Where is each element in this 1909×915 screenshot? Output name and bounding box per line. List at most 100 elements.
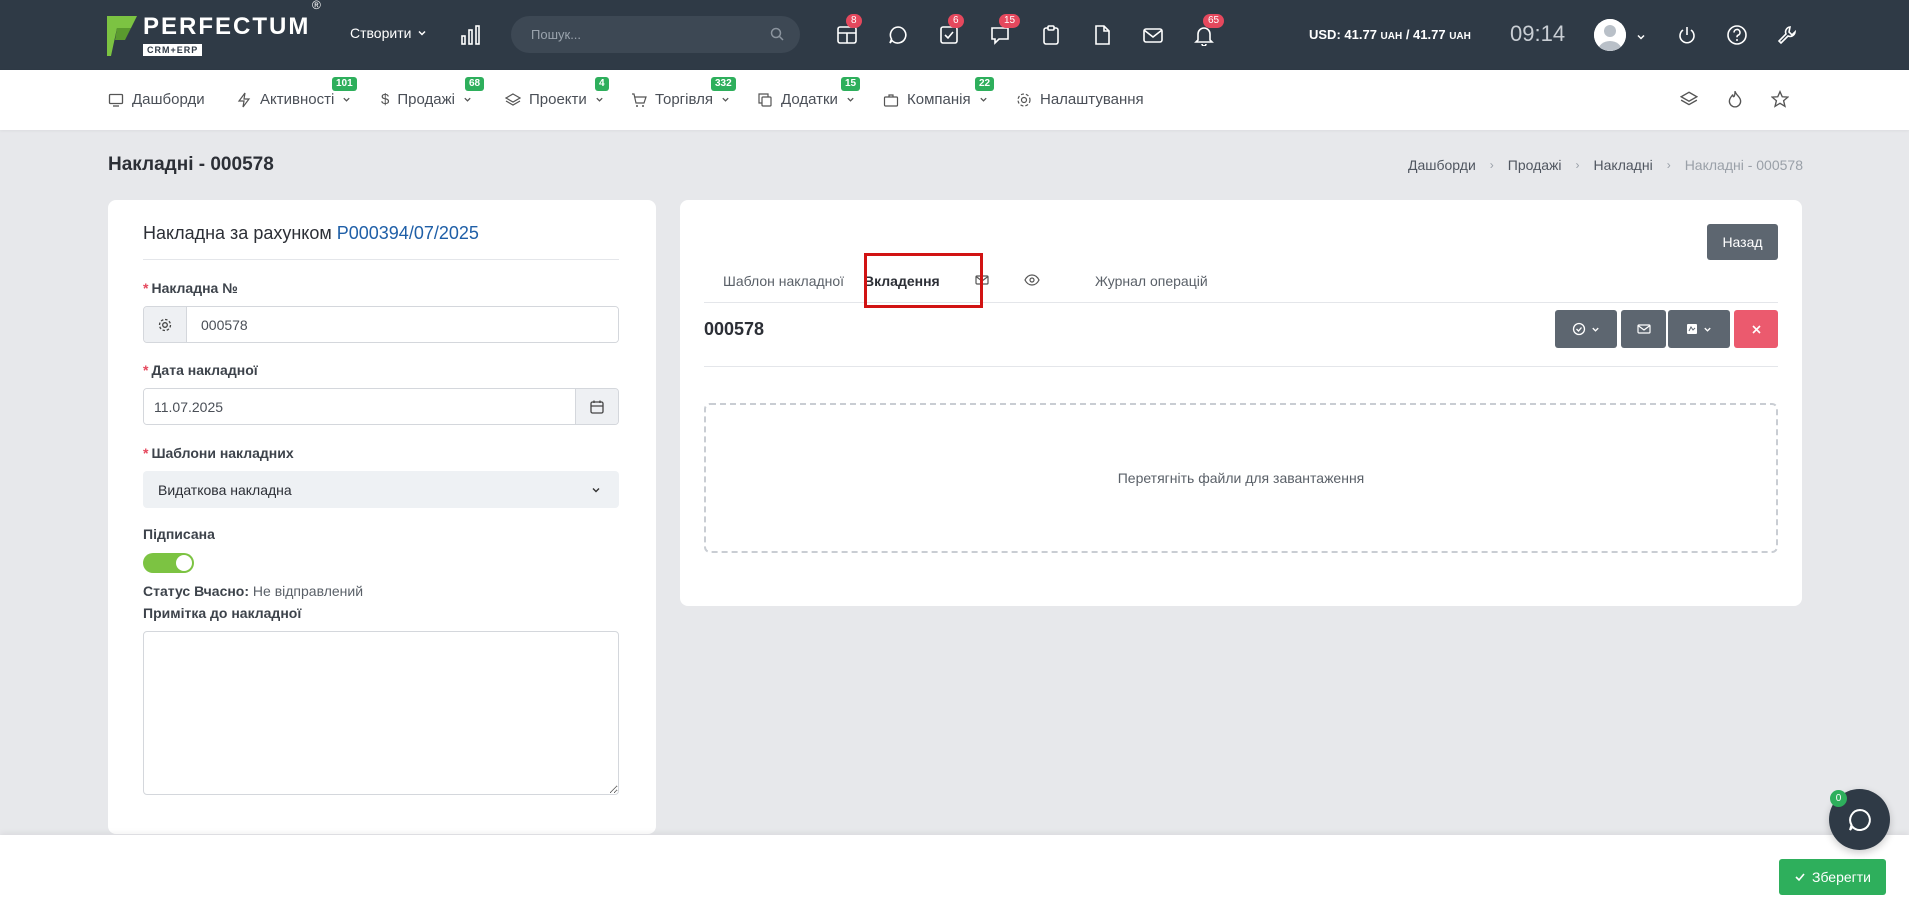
- template-label: * Шаблони накладних: [143, 445, 294, 461]
- breadcrumb-item[interactable]: Дашборди: [1408, 157, 1476, 173]
- menu-item-label: Активності: [260, 91, 335, 108]
- tab-attachments[interactable]: Вкладення: [864, 273, 940, 289]
- layers-icon[interactable]: [1679, 90, 1699, 111]
- briefcase-icon: [883, 93, 899, 107]
- required-mark: *: [143, 445, 149, 461]
- layers-icon: [505, 92, 521, 106]
- divider: [143, 259, 619, 260]
- clipboard-icon[interactable]: [1038, 22, 1064, 48]
- menu-item-dashboards[interactable]: Дашборди: [108, 91, 205, 108]
- number-field: [143, 306, 619, 343]
- registered-mark: ®: [312, 0, 321, 12]
- back-button[interactable]: Назад: [1707, 224, 1778, 260]
- delete-button[interactable]: [1734, 310, 1778, 348]
- logo[interactable]: PERFECTUM CRM+ERP: [107, 14, 310, 58]
- search-box[interactable]: [511, 16, 800, 53]
- tab-bar: Шаблон накладної Вкладення Журнал операц…: [704, 257, 1778, 303]
- menu-item-label: Дашборди: [132, 91, 205, 108]
- wrench-icon[interactable]: [1776, 24, 1798, 49]
- menu-item-sales[interactable]: $ Продажі 68: [381, 77, 485, 108]
- gear-icon[interactable]: [144, 307, 187, 342]
- menu-item-settings[interactable]: Налаштування: [1016, 91, 1144, 108]
- chevron-right-icon: ›: [1666, 158, 1671, 172]
- menu-item-label: Проекти: [529, 91, 587, 108]
- menu-badge: 101: [332, 77, 357, 91]
- avatar[interactable]: [1594, 19, 1626, 51]
- number-input[interactable]: [187, 307, 618, 342]
- check-icon: [1795, 873, 1805, 882]
- bar-chart-icon[interactable]: [460, 24, 482, 49]
- invoice-link[interactable]: P000394/07/2025: [337, 223, 479, 243]
- logo-subtitle: CRM+ERP: [143, 44, 203, 56]
- divider: [704, 366, 1778, 367]
- menu-item-activities[interactable]: Активності 101: [236, 77, 357, 108]
- chevron-down-icon[interactable]: [1636, 29, 1646, 45]
- toggle-knob: [176, 555, 192, 571]
- menu-item-company[interactable]: Компанія 22: [883, 77, 995, 108]
- dropzone-text: Перетягніть файли для завантаження: [1117, 470, 1365, 486]
- copy-icon: [758, 92, 772, 107]
- date-input[interactable]: [144, 389, 575, 424]
- check-circle-icon: [1572, 322, 1586, 336]
- document-icon[interactable]: [1089, 22, 1115, 48]
- star-icon[interactable]: [1770, 90, 1790, 111]
- search-input[interactable]: [511, 16, 751, 53]
- eye-icon: [1024, 274, 1040, 286]
- menu-badge: 22: [975, 77, 995, 91]
- comments-icon[interactable]: 15: [987, 14, 1021, 48]
- chevron-right-icon: ›: [1575, 158, 1580, 172]
- breadcrumb-item[interactable]: Продажі: [1508, 157, 1562, 173]
- menu-item-trade[interactable]: Торгівля 332: [631, 77, 736, 108]
- fire-icon[interactable]: [1726, 90, 1744, 111]
- table-icon[interactable]: 8: [834, 14, 862, 48]
- mail-icon: [975, 275, 989, 285]
- template-select[interactable]: Видаткова накладна: [143, 471, 619, 508]
- form-title: Накладна за рахунком P000394/07/2025: [143, 223, 479, 244]
- signed-toggle[interactable]: [143, 553, 194, 573]
- note-textarea[interactable]: [143, 631, 619, 795]
- create-dropdown[interactable]: Створити: [350, 25, 427, 41]
- chevron-down-icon: [722, 97, 729, 102]
- required-mark: *: [143, 280, 149, 296]
- menu-badge: 4: [595, 77, 609, 91]
- tab-mail[interactable]: [975, 273, 989, 290]
- breadcrumb-current: Накладні - 000578: [1684, 157, 1803, 173]
- tab-operations-log[interactable]: Журнал операцій: [1095, 273, 1208, 289]
- chevron-down-icon: [1704, 327, 1711, 332]
- chat-badge: 0: [1830, 790, 1847, 807]
- main-menu: Дашборди Активності 101 $ Продажі 68 Про…: [0, 70, 1909, 130]
- send-email-button[interactable]: [1621, 310, 1666, 348]
- currency-rate-text: USD: 41.77: [1309, 27, 1381, 42]
- save-button[interactable]: Зберегти: [1778, 859, 1886, 895]
- menu-item-label: Продажі: [397, 91, 455, 108]
- chat-icon[interactable]: [885, 22, 911, 48]
- calendar-icon[interactable]: [575, 389, 618, 424]
- help-icon[interactable]: [1726, 24, 1748, 49]
- document-number: 000578: [704, 319, 765, 339]
- pdf-icon: [1687, 324, 1697, 334]
- tab-preview[interactable]: [1024, 273, 1040, 290]
- status-value: Не відправлений: [249, 583, 364, 599]
- clock: 09:14: [1510, 21, 1566, 46]
- required-mark: *: [143, 362, 149, 378]
- breadcrumb-item[interactable]: Накладні: [1594, 157, 1653, 173]
- close-icon: [1751, 324, 1761, 334]
- chevron-down-icon: [418, 30, 426, 36]
- tasks-icon[interactable]: 6: [936, 14, 964, 48]
- menu-item-label: Налаштування: [1040, 91, 1144, 108]
- search-icon[interactable]: [770, 27, 784, 44]
- power-icon[interactable]: [1676, 24, 1698, 49]
- pdf-dropdown-button[interactable]: [1668, 310, 1730, 348]
- top-navbar: PERFECTUM CRM+ERP ® Створити 8 6 15: [0, 0, 1909, 70]
- file-dropzone[interactable]: Перетягніть файли для завантаження: [704, 403, 1778, 553]
- date-field: [143, 388, 619, 425]
- menu-item-projects[interactable]: Проекти 4: [505, 77, 609, 108]
- note-label: Примітка до накладної: [143, 605, 302, 621]
- menu-item-addons[interactable]: Додатки 15: [757, 77, 861, 108]
- bell-icon[interactable]: 65: [1191, 14, 1225, 48]
- chevron-down-icon: [1592, 327, 1599, 332]
- mail-icon[interactable]: [1140, 22, 1166, 48]
- chevron-down-icon: [847, 97, 854, 102]
- tab-template[interactable]: Шаблон накладної: [723, 273, 844, 289]
- status-dropdown-button[interactable]: [1555, 310, 1617, 348]
